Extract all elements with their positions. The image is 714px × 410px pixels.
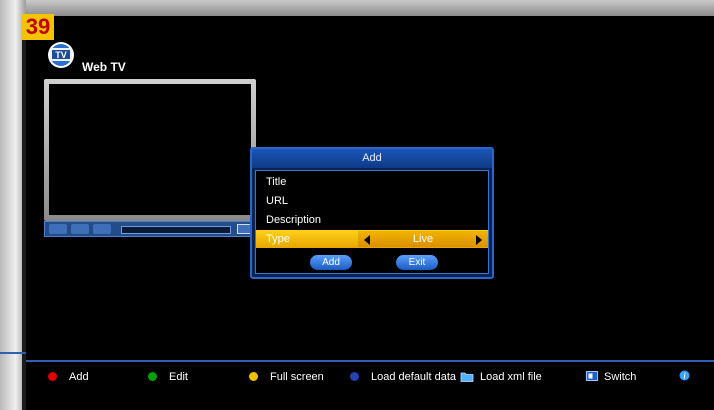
arrow-right-icon[interactable] [476, 235, 482, 245]
hint-edit-label: Edit [169, 371, 188, 383]
hint-full-screen[interactable]: Full screen [249, 370, 324, 384]
svg-text:TV: TV [55, 50, 67, 60]
hint-load-xml[interactable]: Load xml file [460, 370, 542, 384]
field-title-label: Title [266, 176, 287, 188]
field-description[interactable]: Description [256, 211, 488, 229]
hint-load-xml-label: Load xml file [480, 371, 542, 383]
hint-edit[interactable]: Edit [148, 370, 188, 384]
hint-switch-label: Switch [604, 371, 637, 383]
dialog-body: Title URL Description Type Live Add Exit [255, 170, 489, 274]
progress-bar[interactable] [121, 226, 231, 234]
index-badge: 39 [22, 14, 54, 40]
hint-load-default-label: Load default data [371, 371, 457, 383]
picture-mode-icon[interactable] [237, 224, 251, 234]
yellow-key-icon [249, 371, 258, 381]
player-controls [44, 221, 256, 237]
blue-key-icon [350, 371, 359, 381]
hint-add-label: Add [69, 371, 89, 383]
play-icon[interactable] [49, 224, 67, 234]
info-icon: i [679, 370, 690, 381]
red-key-icon [48, 371, 57, 381]
type-value: Live [412, 233, 434, 245]
hint-add[interactable]: Add [48, 370, 89, 384]
field-title[interactable]: Title [256, 173, 488, 191]
field-description-label: Description [266, 214, 322, 226]
hint-full-screen-label: Full screen [270, 371, 324, 383]
app-title: Web TV [82, 60, 126, 74]
type-selector[interactable]: Live [358, 231, 488, 247]
field-url-label: URL [266, 195, 289, 207]
bezel-top [0, 0, 714, 16]
stop-icon[interactable] [71, 224, 89, 234]
video-preview-screen [49, 84, 251, 215]
field-url[interactable]: URL [256, 192, 488, 210]
folder-icon [460, 372, 474, 382]
field-type[interactable]: Type Live [256, 230, 488, 248]
hint-switch[interactable]: Switch [586, 370, 636, 384]
bezel-blue-line [0, 352, 26, 354]
hint-info[interactable]: i [679, 370, 690, 384]
add-button[interactable]: Add [310, 255, 352, 270]
footer-hints: Add Edit Full screen Load default data L… [26, 362, 714, 392]
video-preview [44, 79, 256, 221]
field-type-label: Type [266, 233, 290, 245]
green-key-icon [148, 371, 157, 381]
switch-icon [586, 371, 598, 382]
add-dialog: Add Title URL Description Type Live Add … [250, 147, 494, 279]
pause-icon[interactable] [93, 224, 111, 234]
bezel-left [0, 0, 26, 410]
exit-button[interactable]: Exit [396, 255, 438, 270]
web-tv-logo-icon: TV [48, 42, 74, 68]
hint-load-default[interactable]: Load default data [350, 370, 456, 384]
dialog-title: Add [252, 149, 492, 168]
